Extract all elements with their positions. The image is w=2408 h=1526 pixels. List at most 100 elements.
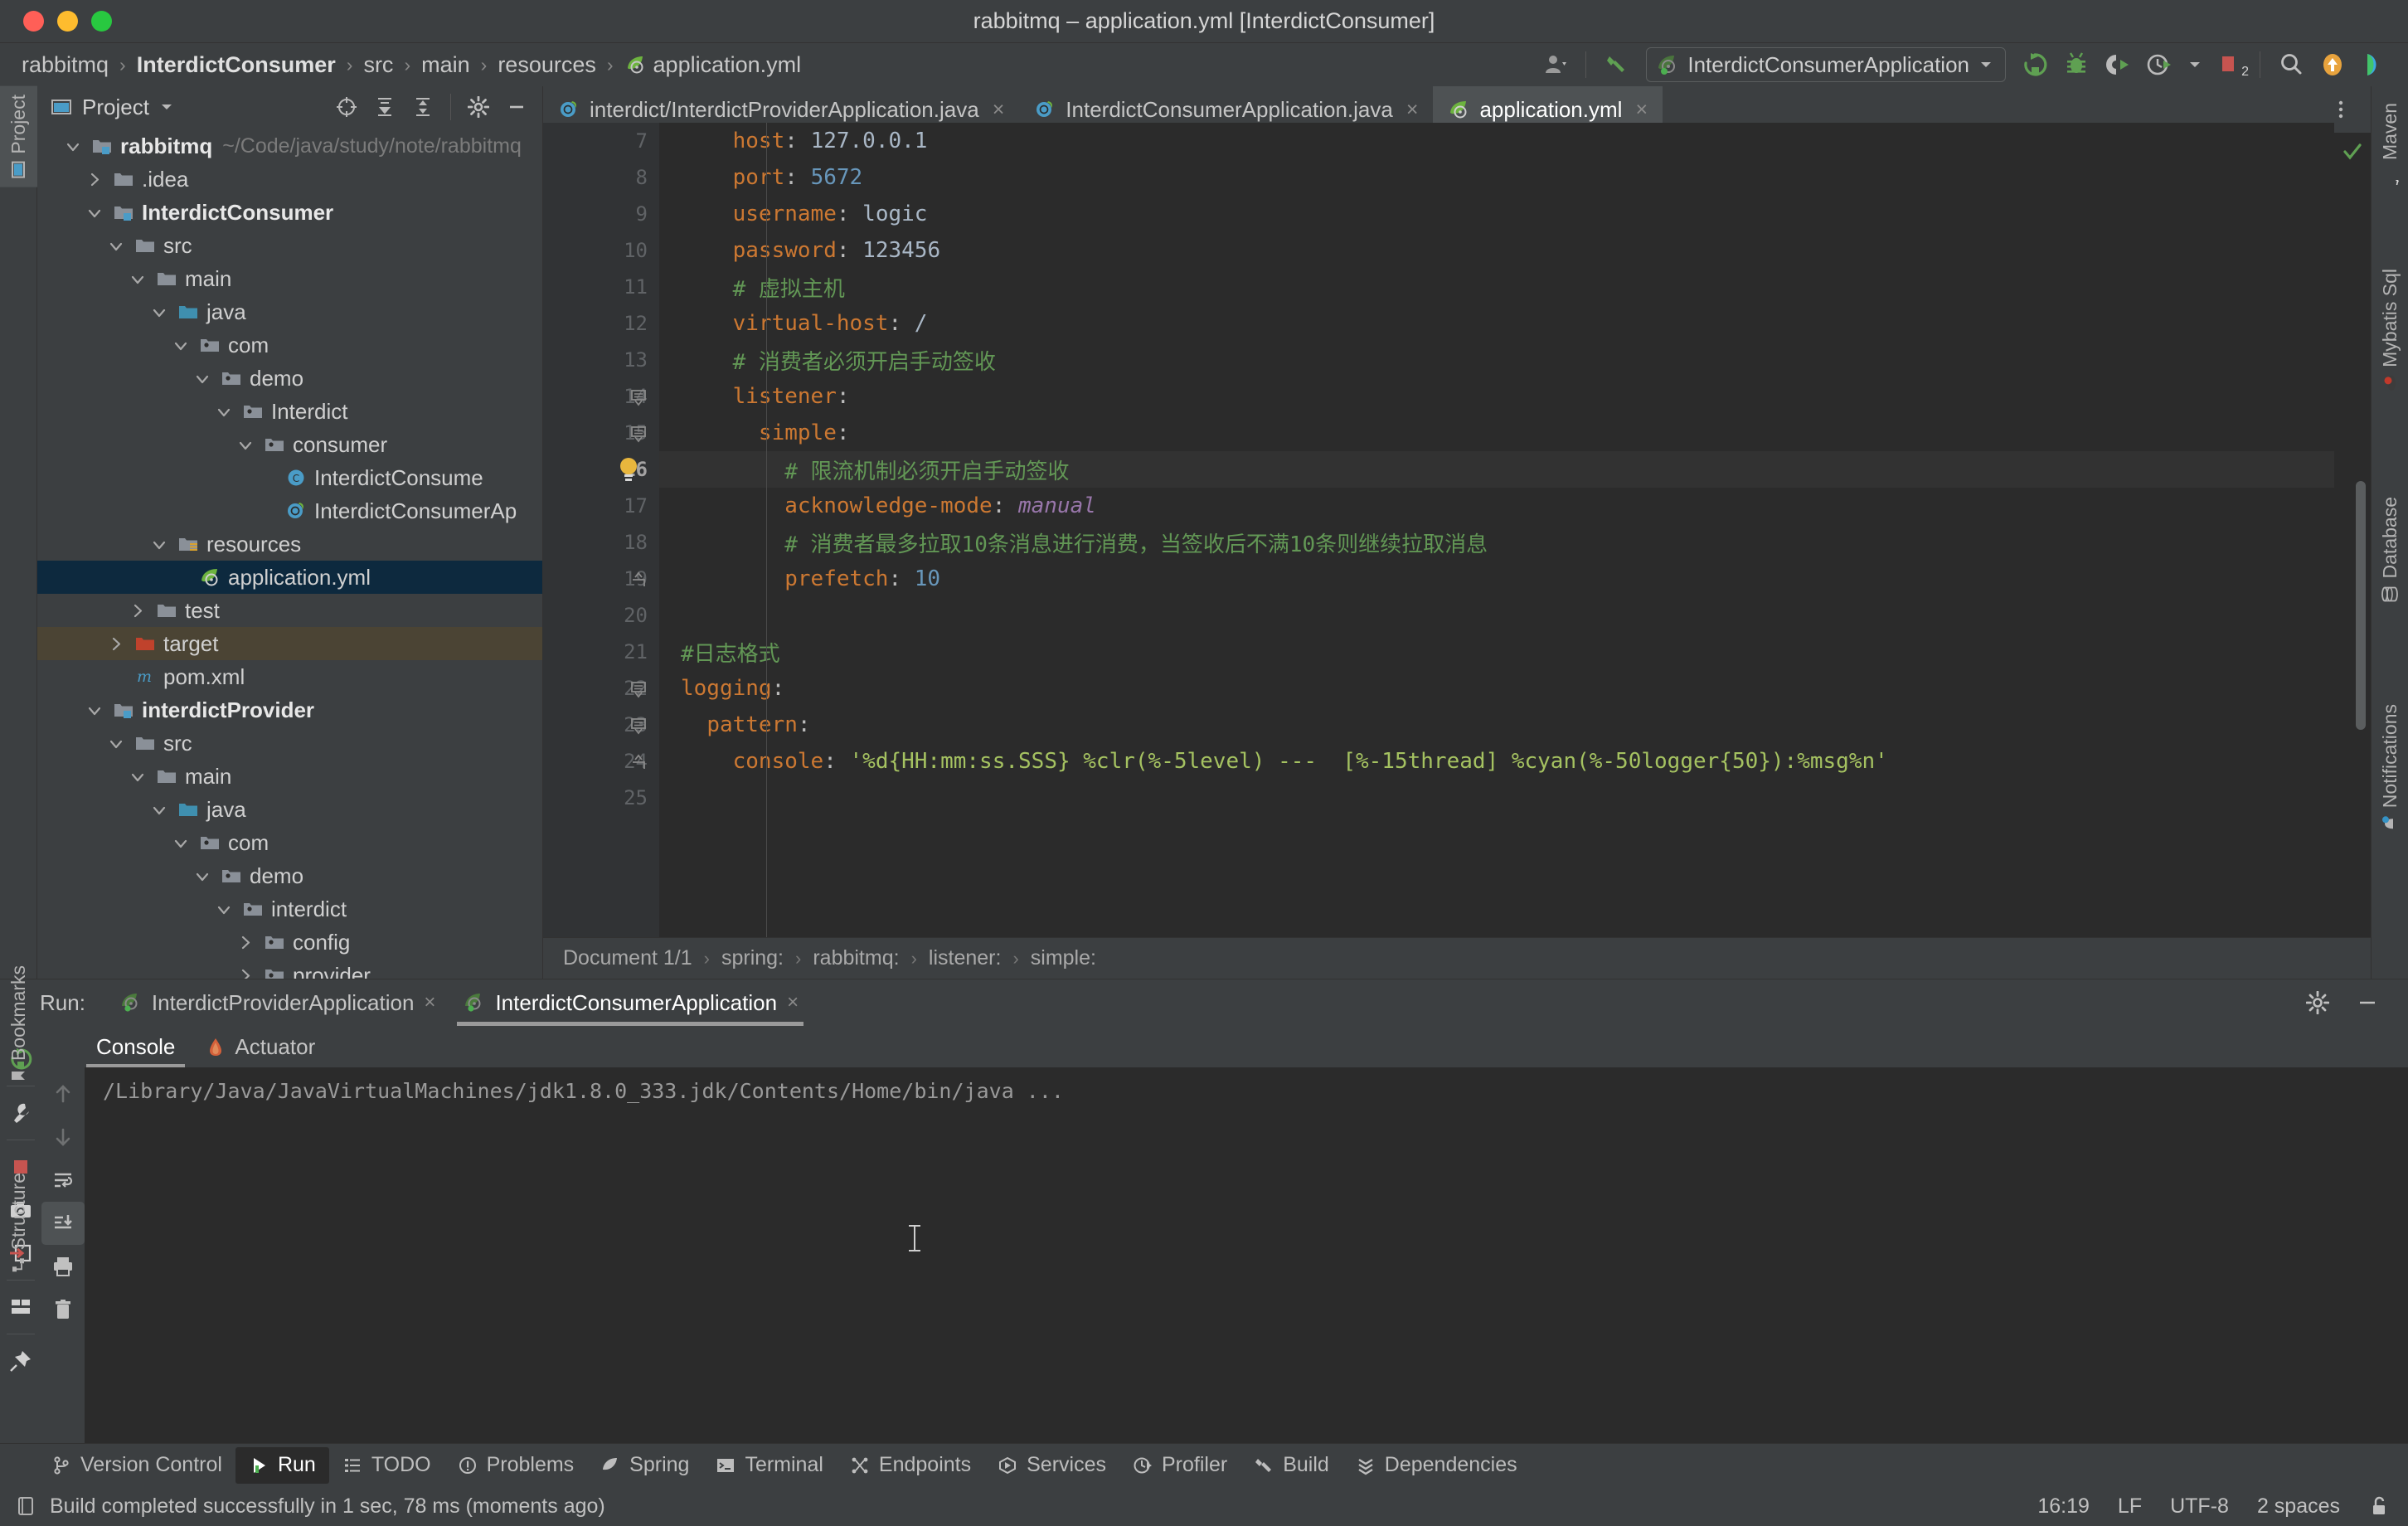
run-tab-interdictproviderapplication[interactable]: InterdictProviderApplication×: [105, 979, 449, 1026]
tree-node-provider[interactable]: provider: [37, 959, 542, 979]
chevron-down-icon[interactable]: [2180, 46, 2210, 83]
console-output[interactable]: /Library/Java/JavaVirtualMachines/jdk1.8…: [85, 1067, 2408, 1443]
tool-window-button-build[interactable]: Build: [1240, 1447, 1342, 1484]
code-line[interactable]: # 消费者必须开启手动签收: [659, 342, 2334, 378]
fold-expand-icon[interactable]: [629, 717, 648, 735]
code-line[interactable]: simple:: [659, 415, 2334, 451]
fold-end-icon[interactable]: [629, 571, 648, 589]
maximize-window-button[interactable]: [91, 11, 112, 32]
code-line[interactable]: console: '%d{HH:mm:ss.SSS} %clr(%-5level…: [659, 743, 2334, 780]
status-indent[interactable]: 2 spaces: [2257, 1494, 2340, 1519]
chevron-down-icon[interactable]: [145, 801, 173, 818]
ai-assistant-icon[interactable]: [2353, 46, 2395, 83]
minimize-window-button[interactable]: [57, 11, 78, 32]
chevron-down-icon[interactable]: [188, 370, 216, 386]
breadcrumb-main[interactable]: main: [421, 52, 470, 78]
code-line[interactable]: prefetch: 10: [659, 561, 2334, 597]
fold-expand-icon[interactable]: [629, 388, 648, 406]
editor-scrollbar-thumb[interactable]: [2356, 481, 2366, 730]
tree-node-demo[interactable]: demo: [37, 362, 542, 395]
chevron-down-icon[interactable]: [145, 536, 173, 552]
code-line[interactable]: host: 127.0.0.1: [659, 123, 2334, 159]
editor-breadcrumb-listener[interactable]: listener:: [929, 946, 1002, 970]
code-line[interactable]: # 消费者最多拉取10条消息进行消费，当签收后不满10条则继续拉取消息: [659, 524, 2334, 561]
code-line[interactable]: logging:: [659, 670, 2334, 707]
chevron-right-icon[interactable]: [231, 934, 260, 950]
account-icon[interactable]: [1536, 46, 1575, 83]
settings-wrench-icon[interactable]: [0, 1091, 41, 1135]
code-line[interactable]: port: 5672: [659, 159, 2334, 196]
tree-node-rabbitmq[interactable]: rabbitmq~/Code/java/study/note/rabbitmq: [37, 129, 542, 163]
code-line[interactable]: virtual-host: /: [659, 305, 2334, 342]
status-line-separator[interactable]: LF: [2118, 1494, 2142, 1519]
settings-gear-icon[interactable]: [2299, 984, 2337, 1021]
tree-node-consumer[interactable]: consumer: [37, 428, 542, 461]
code-line[interactable]: password: 123456: [659, 232, 2334, 269]
status-encoding[interactable]: UTF-8: [2170, 1494, 2229, 1519]
code-line[interactable]: pattern:: [659, 707, 2334, 743]
tool-window-button-version-control[interactable]: Version Control: [38, 1447, 235, 1484]
editor-breadcrumb-document-1-1[interactable]: Document 1/1: [563, 946, 692, 970]
project-tree[interactable]: rabbitmq~/Code/java/study/note/rabbitmq.…: [37, 128, 542, 979]
print-icon[interactable]: [41, 1245, 85, 1288]
chevron-right-icon[interactable]: [231, 967, 260, 979]
tree-node-target[interactable]: target: [37, 627, 542, 660]
editor-breadcrumb-simple[interactable]: simple:: [1031, 946, 1096, 970]
chevron-down-icon[interactable]: [167, 834, 195, 851]
sidebar-item-project[interactable]: Project: [0, 86, 37, 187]
stop-icon[interactable]: 2: [2210, 46, 2250, 83]
tree-node-demo[interactable]: demo: [37, 859, 542, 892]
run-subtab-actuator[interactable]: Actuator: [190, 1026, 330, 1067]
close-icon[interactable]: ×: [993, 98, 1005, 122]
profile-icon[interactable]: [2139, 46, 2180, 83]
inspection-ok-icon[interactable]: [2342, 141, 2363, 163]
tool-window-button-run[interactable]: Run: [235, 1447, 329, 1484]
tree-node-main[interactable]: main: [37, 262, 542, 295]
chevron-down-icon[interactable]: [80, 204, 109, 221]
close-icon[interactable]: ×: [424, 991, 435, 1014]
tree-node-idea[interactable]: .idea: [37, 163, 542, 196]
debug-icon[interactable]: [2056, 46, 2097, 83]
chevron-down-icon[interactable]: [124, 270, 152, 287]
editor-scrollbar-strip[interactable]: [2334, 133, 2371, 937]
code-line[interactable]: acknowledge-mode: manual: [659, 488, 2334, 524]
chevron-down-icon[interactable]: [124, 768, 152, 785]
editor-breadcrumb-spring[interactable]: spring:: [721, 946, 784, 970]
tree-node-main[interactable]: main: [37, 760, 542, 793]
close-icon[interactable]: ×: [1635, 98, 1648, 122]
breadcrumb-interdictconsumer[interactable]: InterdictConsumer: [137, 52, 336, 78]
tree-node-application-yml[interactable]: application.yml: [37, 561, 542, 594]
tool-window-button-dependencies[interactable]: Dependencies: [1342, 1447, 1531, 1484]
chevron-down-icon[interactable]: [145, 304, 173, 320]
expand-all-icon[interactable]: [367, 91, 402, 123]
sidebar-item-mybatis-sql[interactable]: Mybatis Sql: [2372, 260, 2408, 401]
scroll-to-end-icon[interactable]: [41, 1202, 85, 1245]
collapse-all-icon[interactable]: [405, 91, 440, 123]
updates-hammer-icon[interactable]: [1596, 46, 1638, 83]
close-icon[interactable]: ×: [1406, 98, 1419, 122]
tool-window-button-spring[interactable]: Spring: [587, 1447, 702, 1484]
fold-expand-icon[interactable]: [629, 425, 648, 443]
clear-all-icon[interactable]: [41, 1288, 85, 1331]
run-configuration-selector[interactable]: InterdictConsumerApplication: [1646, 47, 2006, 82]
tool-window-button-profiler[interactable]: Profiler: [1119, 1447, 1240, 1484]
tree-node-interdictconsumer[interactable]: InterdictConsumer: [37, 196, 542, 229]
tree-node-pom-xml[interactable]: mpom.xml: [37, 660, 542, 693]
breadcrumb-resources[interactable]: resources: [498, 52, 596, 78]
tree-node-src[interactable]: src: [37, 229, 542, 262]
tree-node-test[interactable]: test: [37, 594, 542, 627]
tree-node-interdictprovider[interactable]: interdictProvider: [37, 693, 542, 727]
chevron-down-icon[interactable]: [188, 867, 216, 884]
search-icon[interactable]: [2270, 46, 2312, 83]
pin-icon[interactable]: [0, 1339, 41, 1383]
run-tab-interdictconsumerapplication[interactable]: InterdictConsumerApplication×: [449, 979, 812, 1026]
update-project-icon[interactable]: [2312, 46, 2353, 83]
tree-node-java[interactable]: java: [37, 793, 542, 826]
close-window-button[interactable]: [23, 11, 44, 32]
layout-icon[interactable]: [0, 1285, 41, 1329]
tree-node-config[interactable]: config: [37, 926, 542, 959]
breadcrumb-src[interactable]: src: [363, 52, 393, 78]
chevron-down-icon[interactable]: [59, 138, 87, 154]
code-line[interactable]: # 虚拟主机: [659, 269, 2334, 305]
breadcrumb-rabbitmq[interactable]: rabbitmq: [22, 52, 109, 78]
